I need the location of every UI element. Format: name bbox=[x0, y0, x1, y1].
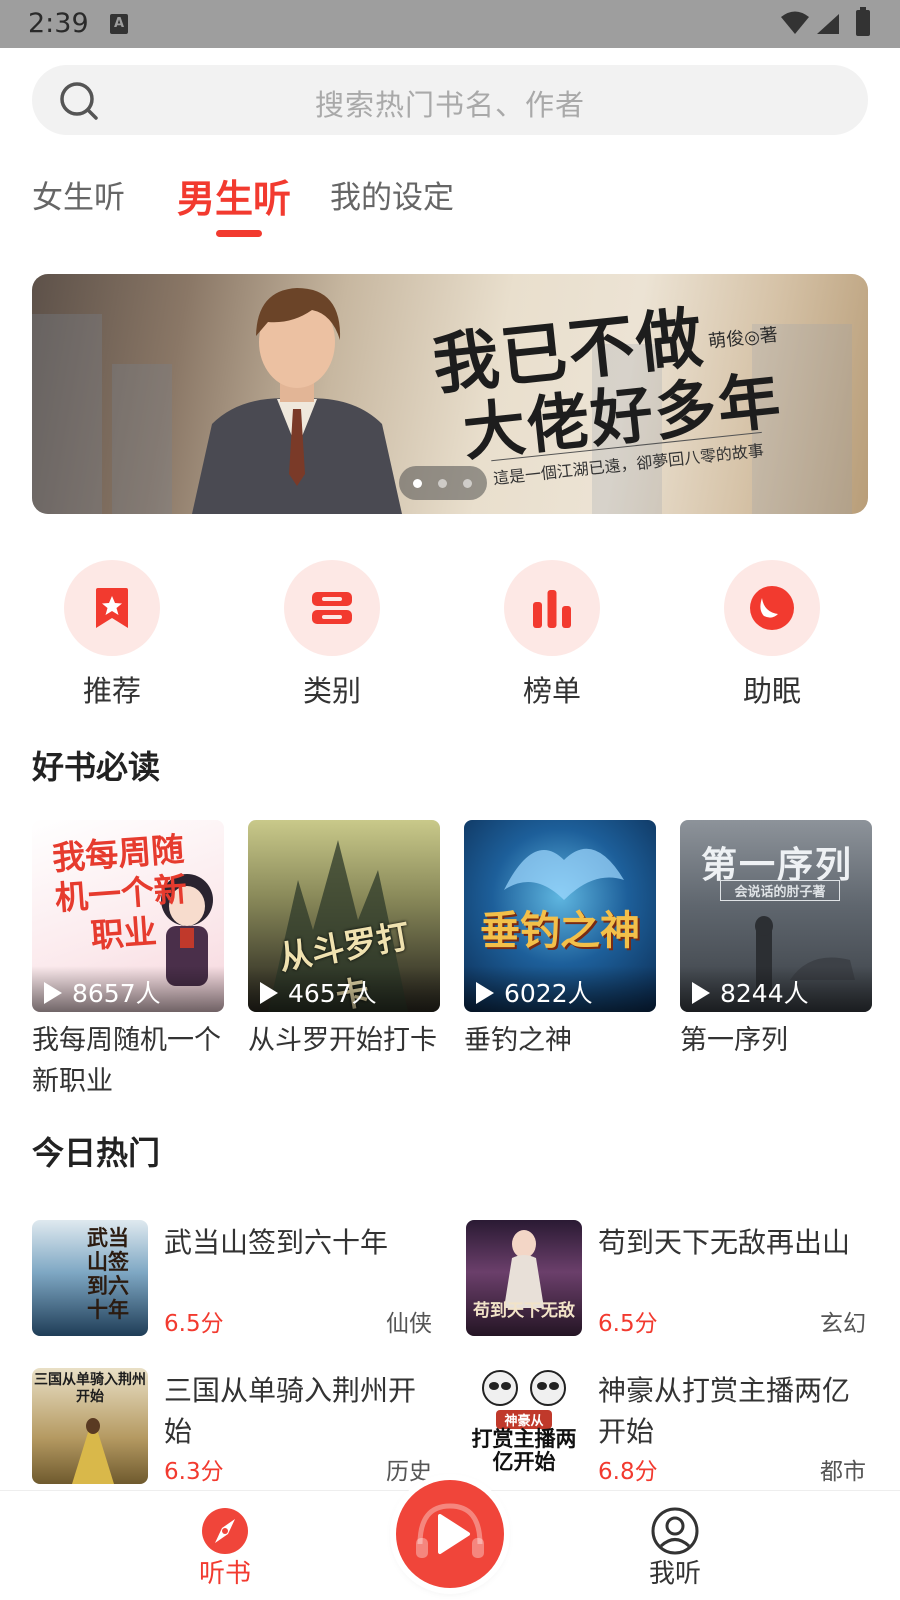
category-genres[interactable]: 类别 bbox=[262, 560, 402, 710]
play-button[interactable] bbox=[396, 1480, 504, 1588]
cover-warrior-illustration bbox=[72, 1418, 114, 1484]
category-list-icon bbox=[312, 592, 352, 624]
category-sleep[interactable]: 助眠 bbox=[702, 560, 842, 710]
book-title: 从斗罗开始打卡 bbox=[248, 1025, 437, 1056]
hot-book-title: 三国从单骑入荆州开始 bbox=[164, 1374, 417, 1448]
book-card[interactable]: 从斗罗打卡 4657人 从斗罗开始打卡 bbox=[248, 820, 440, 1061]
hot-book-cover: 武当山签到六十年 bbox=[32, 1220, 148, 1336]
search-placeholder: 搜索热门书名、作者 bbox=[314, 88, 585, 122]
cover-title: 垂钓之神 bbox=[480, 908, 640, 954]
book-card[interactable]: 第一序列 会说话的肘子著 8244人 第一序列 bbox=[680, 820, 872, 1061]
tab-female[interactable]: 女生听 bbox=[32, 172, 125, 217]
hot-book-score: 6.5分 bbox=[164, 1311, 224, 1337]
nav-label: 我听 bbox=[648, 1559, 701, 1589]
headphones-play-icon bbox=[416, 1503, 484, 1558]
moon-icon bbox=[750, 586, 794, 630]
hot-book-item[interactable]: 神豪从 打赏主播两亿开始 神豪从打赏主播两亿开始 6.8分 都市 bbox=[466, 1368, 866, 1486]
hot-book-genre: 都市 bbox=[820, 1459, 866, 1485]
listener-count: 6022人 bbox=[464, 966, 656, 1012]
banner-hero-illustration bbox=[192, 288, 402, 514]
category-label: 助眠 bbox=[742, 674, 801, 708]
banner-pagination[interactable] bbox=[399, 466, 487, 500]
hot-book-cover: 苟到天下无敌 bbox=[466, 1220, 582, 1336]
cover-author: 会说话的肘子著 bbox=[720, 880, 840, 901]
must-read-books: 我每周随机一个新职业 8657人 我每周随机一个新职业 从斗罗打卡 4657人 … bbox=[32, 820, 872, 1110]
quick-categories: 推荐 类别 榜单 助眠 bbox=[0, 560, 900, 710]
nav-listen-books[interactable]: 听书 bbox=[165, 1491, 285, 1600]
hot-book-title: 神豪从打赏主播两亿开始 bbox=[598, 1374, 851, 1448]
listener-count: 4657人 bbox=[248, 966, 440, 1012]
banner-dot-active[interactable] bbox=[413, 479, 422, 488]
book-cover: 我每周随机一个新职业 8657人 bbox=[32, 820, 224, 1012]
book-title: 垂钓之神 bbox=[464, 1025, 572, 1056]
banner-building bbox=[32, 314, 102, 514]
hot-book-item[interactable]: 三国从单骑入荆州开始 三国从单骑入荆州开始 6.3分 历史 bbox=[32, 1368, 432, 1486]
signal-icon bbox=[817, 14, 839, 34]
hot-book-genre: 历史 bbox=[386, 1459, 432, 1485]
status-time: 2:39 bbox=[28, 8, 89, 39]
category-icon-circle bbox=[64, 560, 160, 656]
nav-label: 听书 bbox=[198, 1559, 251, 1589]
hot-book-score: 6.3分 bbox=[164, 1459, 224, 1485]
category-icon-circle bbox=[724, 560, 820, 656]
status-bar: 2:39 A bbox=[0, 0, 900, 48]
category-label: 榜单 bbox=[522, 674, 581, 708]
banner-building bbox=[112, 364, 172, 514]
category-label: 推荐 bbox=[82, 674, 141, 708]
book-title: 第一序列 bbox=[680, 1025, 788, 1056]
play-icon bbox=[44, 982, 62, 1004]
play-icon bbox=[260, 982, 278, 1004]
bar-chart-icon bbox=[533, 590, 571, 628]
battery-icon bbox=[856, 7, 870, 36]
user-icon bbox=[651, 1507, 699, 1555]
hot-book-title: 苟到天下无敌再出山 bbox=[598, 1226, 851, 1259]
nav-my-listening[interactable]: 我听 bbox=[615, 1491, 735, 1600]
category-recommend[interactable]: 推荐 bbox=[42, 560, 182, 710]
cover-title: 三国从单骑入荆州开始 bbox=[34, 1372, 146, 1405]
hot-book-item[interactable]: 武当山签到六十年 武当山签到六十年 6.5分 仙侠 bbox=[32, 1220, 432, 1338]
tab-indicator bbox=[216, 230, 262, 237]
hot-book-score: 6.8分 bbox=[598, 1459, 658, 1485]
hot-book-genre: 玄幻 bbox=[820, 1311, 866, 1337]
hot-book-cover: 神豪从 打赏主播两亿开始 bbox=[466, 1368, 582, 1484]
must-read-title: 好书必读 bbox=[32, 748, 161, 786]
search-bar[interactable]: 搜索热门书名、作者 bbox=[32, 65, 868, 135]
cover-title: 我每周随机一个新职业 bbox=[50, 829, 189, 956]
hot-book-score: 6.5分 bbox=[598, 1311, 658, 1337]
bookmark-star-icon bbox=[96, 588, 128, 628]
hot-book-genre: 仙侠 bbox=[386, 1311, 432, 1337]
banner-dot[interactable] bbox=[438, 479, 447, 488]
book-title: 我每周随机一个新职业 bbox=[32, 1025, 221, 1097]
tab-male[interactable]: 男生听 bbox=[177, 168, 291, 223]
book-card[interactable]: 我每周随机一个新职业 8657人 我每周随机一个新职业 bbox=[32, 820, 224, 1102]
cover-title: 武当山签到六十年 bbox=[87, 1225, 129, 1322]
hot-book-item[interactable]: 苟到天下无敌 苟到天下无敌再出山 6.5分 玄幻 bbox=[466, 1220, 866, 1338]
category-tabs: 女生听 男生听 我的设定 bbox=[32, 168, 868, 248]
play-icon bbox=[692, 982, 710, 1004]
book-card[interactable]: 垂钓之神 6022人 垂钓之神 bbox=[464, 820, 656, 1061]
category-label: 类别 bbox=[302, 674, 361, 708]
book-cover: 垂钓之神 6022人 bbox=[464, 820, 656, 1012]
notification-icon: A bbox=[110, 14, 128, 34]
book-cover: 第一序列 会说话的肘子著 8244人 bbox=[680, 820, 872, 1012]
category-icon-circle bbox=[284, 560, 380, 656]
cover-title: 苟到天下无敌 bbox=[473, 1301, 575, 1321]
promo-banner[interactable]: 我已不做 大佬好多年 萌俊◎著 這是一個江湖已遠，卻夢回八零的故事 bbox=[32, 274, 868, 514]
cover-panda-illustration bbox=[482, 1370, 566, 1406]
play-icon bbox=[476, 982, 494, 1004]
compass-icon bbox=[202, 1508, 248, 1554]
banner-dot[interactable] bbox=[463, 479, 472, 488]
book-cover: 从斗罗打卡 4657人 bbox=[248, 820, 440, 1012]
tab-my-settings[interactable]: 我的设定 bbox=[330, 172, 454, 217]
wifi-icon bbox=[781, 11, 809, 34]
category-rankings[interactable]: 榜单 bbox=[482, 560, 622, 710]
listener-count: 8244人 bbox=[680, 966, 872, 1012]
hot-today-title: 今日热门 bbox=[32, 1134, 161, 1172]
cover-title: 打赏主播两亿开始 bbox=[471, 1427, 577, 1474]
category-icon-circle bbox=[504, 560, 600, 656]
hot-book-title: 武当山签到六十年 bbox=[164, 1226, 389, 1259]
hot-book-cover: 三国从单骑入荆州开始 bbox=[32, 1368, 148, 1484]
listener-count: 8657人 bbox=[32, 966, 224, 1012]
